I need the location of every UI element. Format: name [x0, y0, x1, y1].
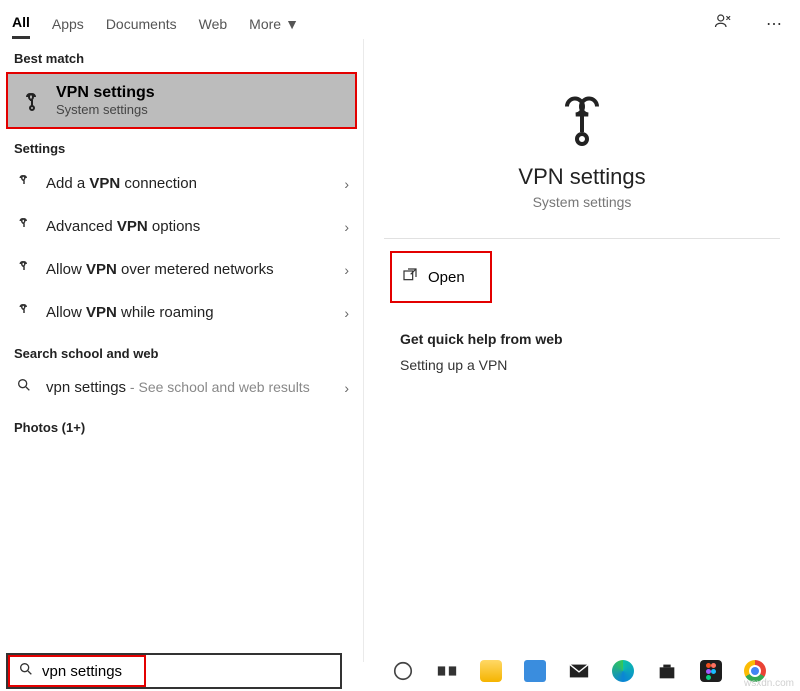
task-view-icon[interactable] — [436, 660, 458, 682]
more-options-icon[interactable]: ⋯ — [760, 10, 788, 38]
open-icon — [402, 267, 418, 287]
help-header: Get quick help from web — [400, 331, 780, 347]
app-icon[interactable] — [524, 660, 546, 682]
result-label: Allow VPN over metered networks — [46, 261, 274, 278]
best-match-subtitle: System settings — [56, 102, 155, 117]
figma-icon[interactable] — [700, 660, 722, 682]
vpn-icon — [552, 89, 612, 154]
open-label: Open — [428, 269, 465, 286]
settings-item-vpn-metered[interactable]: Allow VPN over metered networks › — [0, 248, 363, 291]
vpn-icon — [14, 215, 34, 238]
vpn-icon — [14, 172, 34, 195]
mail-icon[interactable] — [568, 660, 590, 682]
file-explorer-icon[interactable] — [480, 660, 502, 682]
taskbar-search-box[interactable] — [6, 653, 342, 689]
preview-title: VPN settings — [518, 164, 645, 190]
cortana-icon[interactable] — [392, 660, 414, 682]
search-input[interactable] — [42, 663, 241, 680]
chevron-right-icon: › — [344, 176, 349, 192]
result-label: Allow VPN while roaming — [46, 304, 214, 321]
section-photos: Photos (1+) — [0, 408, 363, 441]
section-search-web: Search school and web — [0, 334, 363, 367]
best-match-title: VPN settings — [56, 84, 155, 102]
best-match-result[interactable]: VPN settings System settings — [6, 72, 357, 129]
open-button[interactable]: Open — [390, 251, 492, 303]
search-icon — [14, 377, 34, 398]
chevron-right-icon: › — [344, 305, 349, 321]
preview-subtitle: System settings — [533, 194, 632, 210]
result-label: Add a VPN connection — [46, 175, 197, 192]
tab-apps[interactable]: Apps — [52, 10, 84, 38]
store-icon[interactable] — [656, 660, 678, 682]
tab-web[interactable]: Web — [199, 10, 228, 38]
tab-more[interactable]: More ▼ — [249, 10, 299, 38]
edge-icon[interactable] — [612, 660, 634, 682]
vpn-icon — [20, 89, 44, 113]
vpn-icon — [14, 258, 34, 281]
feedback-icon[interactable] — [708, 8, 738, 39]
watermark: wsxdn.com — [744, 678, 794, 689]
search-icon — [18, 661, 34, 682]
tab-documents[interactable]: Documents — [106, 10, 177, 38]
settings-item-vpn-roaming[interactable]: Allow VPN while roaming › — [0, 291, 363, 334]
chevron-right-icon: › — [344, 219, 349, 235]
web-search-item[interactable]: vpn settings - See school and web result… — [0, 367, 363, 408]
result-label: Advanced VPN options — [46, 218, 200, 235]
settings-item-advanced-vpn[interactable]: Advanced VPN options › — [0, 205, 363, 248]
section-best-match: Best match — [0, 39, 363, 72]
settings-item-add-vpn[interactable]: Add a VPN connection › — [0, 162, 363, 205]
help-item-setting-up-vpn[interactable]: Setting up a VPN — [400, 357, 780, 373]
vpn-icon — [14, 301, 34, 324]
chevron-down-icon: ▼ — [285, 16, 299, 32]
tab-all[interactable]: All — [12, 8, 30, 39]
tab-more-label: More — [249, 16, 281, 32]
result-label: vpn settings - See school and web result… — [46, 379, 310, 396]
chevron-right-icon: › — [344, 380, 349, 396]
section-settings: Settings — [0, 129, 363, 162]
chevron-right-icon: › — [344, 262, 349, 278]
